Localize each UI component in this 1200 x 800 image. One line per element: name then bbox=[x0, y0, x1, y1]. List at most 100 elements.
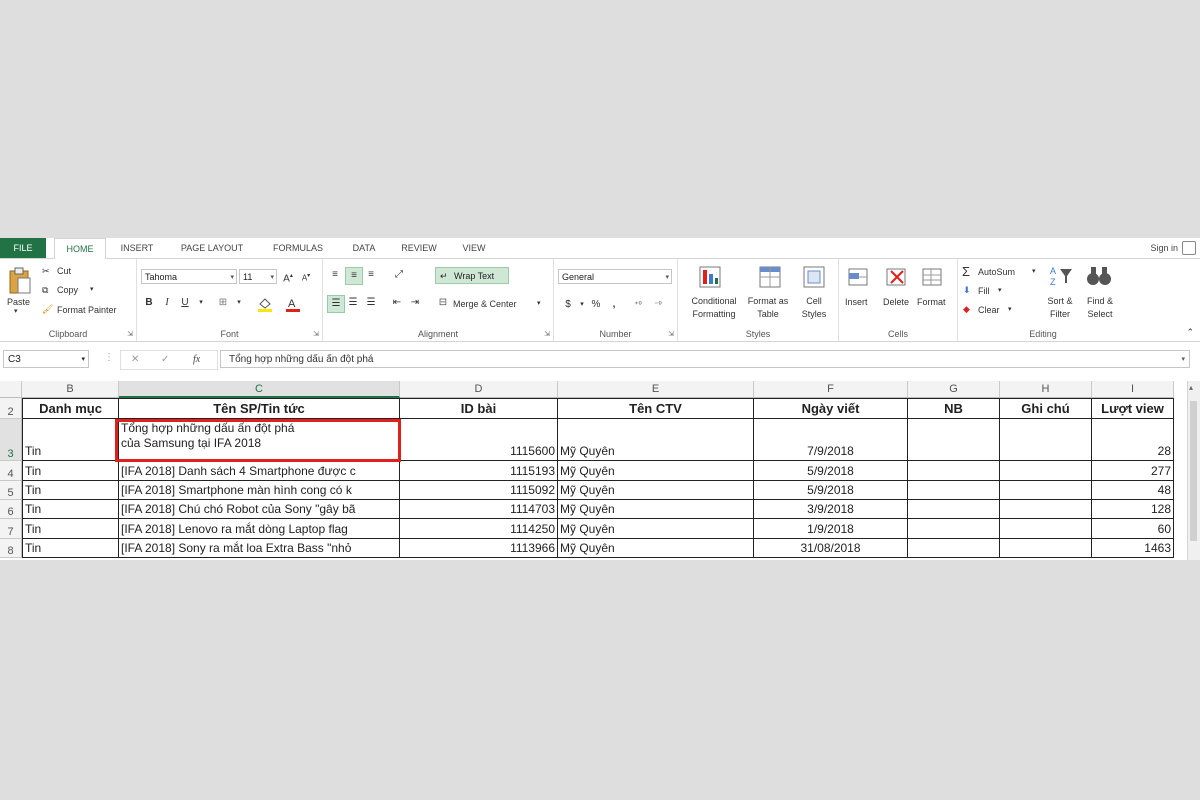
cell-ngay-viet[interactable]: 7/9/2018 bbox=[754, 419, 908, 461]
paste-icon[interactable] bbox=[8, 267, 32, 295]
cell-nb[interactable] bbox=[908, 419, 1000, 461]
cell-danh-muc[interactable]: Tin bbox=[22, 500, 119, 519]
cell-luot-view[interactable]: 1463 bbox=[1092, 539, 1174, 558]
format-painter-button[interactable]: Format Painter bbox=[57, 305, 117, 315]
name-box[interactable]: C3 ▾ bbox=[3, 350, 89, 368]
account-icon[interactable] bbox=[1182, 241, 1196, 255]
cell-ghi-chu[interactable] bbox=[1000, 419, 1092, 461]
fill-color-icon[interactable] bbox=[257, 296, 273, 312]
tab-home[interactable]: HOME bbox=[54, 238, 106, 260]
cell-danh-muc[interactable]: Tin bbox=[22, 519, 119, 539]
align-middle-icon[interactable]: ≡ bbox=[345, 267, 363, 285]
cell-ghi-chu[interactable] bbox=[1000, 519, 1092, 539]
cell-ten-sp[interactable]: [IFA 2018] Chú chó Robot của Sony "gây b… bbox=[119, 500, 400, 519]
alignment-launcher-icon[interactable]: ⇲ bbox=[544, 330, 550, 338]
cell-luot-view[interactable]: 48 bbox=[1092, 481, 1174, 500]
cut-button[interactable]: Cut bbox=[57, 266, 71, 276]
align-top-icon[interactable]: ≡ bbox=[327, 267, 343, 283]
increase-decimal-icon[interactable]: ⁺⁰ bbox=[630, 297, 646, 313]
underline-dropdown-icon[interactable]: ▾ bbox=[193, 295, 209, 311]
merge-dropdown-icon[interactable]: ▾ bbox=[537, 299, 541, 307]
insert-cells-icon[interactable] bbox=[847, 265, 871, 289]
borders-icon[interactable]: ⊞ bbox=[215, 295, 231, 311]
column-header-e[interactable]: E bbox=[558, 381, 754, 398]
sort-filter-icon[interactable]: A Z bbox=[1048, 263, 1074, 289]
scissors-icon[interactable]: ✂ bbox=[42, 266, 50, 277]
cancel-icon[interactable]: ✕ bbox=[131, 351, 139, 369]
header-cell-ten-sp[interactable]: Tên SP/Tin tức bbox=[119, 398, 400, 419]
cell-ten-sp[interactable]: [IFA 2018] Smartphone màn hình cong có k bbox=[119, 481, 400, 500]
row-header-3[interactable]: 3 bbox=[0, 419, 22, 461]
number-format-select[interactable]: General ▾ bbox=[558, 269, 672, 284]
expand-formula-icon[interactable]: ▾ bbox=[1181, 351, 1185, 369]
tab-formulas[interactable]: FORMULAS bbox=[262, 238, 334, 258]
header-cell-id-bai[interactable]: ID bài bbox=[400, 398, 558, 419]
tab-insert[interactable]: INSERT bbox=[112, 238, 162, 258]
header-cell-ten-ctv[interactable]: Tên CTV bbox=[558, 398, 754, 419]
decrease-indent-icon[interactable]: ⇤ bbox=[389, 295, 405, 311]
cell-ghi-chu[interactable] bbox=[1000, 539, 1092, 558]
clipboard-launcher-icon[interactable]: ⇲ bbox=[127, 330, 133, 338]
eraser-icon[interactable]: ◆ bbox=[963, 304, 970, 315]
header-cell-ghi-chu[interactable]: Ghi chú bbox=[1000, 398, 1092, 419]
cell-nb[interactable] bbox=[908, 461, 1000, 481]
column-header-g[interactable]: G bbox=[908, 381, 1000, 398]
sign-in-link[interactable]: Sign in bbox=[1150, 238, 1178, 258]
merge-icon[interactable]: ⊟ bbox=[435, 295, 451, 311]
binoculars-icon[interactable] bbox=[1086, 263, 1112, 289]
font-color-icon[interactable]: A bbox=[285, 296, 301, 312]
number-launcher-icon[interactable]: ⇲ bbox=[668, 330, 674, 338]
underline-button[interactable]: U bbox=[177, 295, 193, 311]
column-header-c[interactable]: C bbox=[119, 381, 400, 398]
cell-ten-ctv[interactable]: Mỹ Quyên bbox=[558, 419, 754, 461]
fill-button[interactable]: Fill bbox=[978, 286, 990, 296]
cell-id-bai[interactable]: 1114250 bbox=[400, 519, 558, 539]
scrollbar-thumb[interactable] bbox=[1190, 401, 1197, 541]
font-launcher-icon[interactable]: ⇲ bbox=[313, 330, 319, 338]
header-cell-nb[interactable]: NB bbox=[908, 398, 1000, 419]
row-header-7[interactable]: 7 bbox=[0, 519, 22, 539]
copy-icon[interactable]: ⧉ bbox=[42, 285, 48, 296]
cell-ngay-viet[interactable]: 5/9/2018 bbox=[754, 461, 908, 481]
fill-dropdown-icon[interactable]: ▾ bbox=[998, 286, 1002, 294]
cell-ten-sp[interactable]: [IFA 2018] Lenovo ra mắt dòng Laptop fla… bbox=[119, 519, 400, 539]
paste-dropdown-icon[interactable]: ▾ bbox=[14, 307, 18, 315]
insert-function-button[interactable]: fx bbox=[193, 351, 200, 369]
insert-button[interactable]: Insert bbox=[845, 297, 868, 307]
row-header-8[interactable]: 8 bbox=[0, 539, 22, 558]
cell-ten-ctv[interactable]: Mỹ Quyên bbox=[558, 539, 754, 558]
cell-id-bai[interactable]: 1115193 bbox=[400, 461, 558, 481]
cell-ngay-viet[interactable]: 31/08/2018 bbox=[754, 539, 908, 558]
format-cells-icon[interactable] bbox=[921, 265, 945, 289]
row-header-4[interactable]: 4 bbox=[0, 461, 22, 481]
format-as-table-button[interactable]: Format as Table bbox=[742, 295, 794, 321]
align-right-icon[interactable]: ☰ bbox=[363, 295, 379, 311]
cell-ten-ctv[interactable]: Mỹ Quyên bbox=[558, 519, 754, 539]
enter-icon[interactable]: ✓ bbox=[161, 351, 169, 369]
italic-button[interactable]: I bbox=[159, 295, 175, 311]
cell-ten-sp[interactable]: [IFA 2018] Danh sách 4 Smartphone được c bbox=[119, 461, 400, 481]
cell-ten-sp[interactable]: [IFA 2018] Sony ra mắt loa Extra Bass "n… bbox=[119, 539, 400, 558]
splitter-icon[interactable]: ⋮ bbox=[104, 352, 114, 363]
borders-dropdown-icon[interactable]: ▾ bbox=[231, 295, 247, 311]
cell-id-bai[interactable]: 1113966 bbox=[400, 539, 558, 558]
cell-nb[interactable] bbox=[908, 519, 1000, 539]
cell-ten-ctv[interactable]: Mỹ Quyên bbox=[558, 461, 754, 481]
row-header-5[interactable]: 5 bbox=[0, 481, 22, 500]
format-table-icon[interactable] bbox=[758, 265, 784, 289]
conditional-formatting-icon[interactable] bbox=[698, 265, 724, 289]
tab-view[interactable]: VIEW bbox=[452, 238, 496, 258]
find-select-button[interactable]: Find & Select bbox=[1080, 295, 1120, 321]
cell-luot-view[interactable]: 28 bbox=[1092, 419, 1174, 461]
column-header-b[interactable]: B bbox=[22, 381, 119, 398]
cell-ghi-chu[interactable] bbox=[1000, 461, 1092, 481]
collapse-ribbon-icon[interactable]: ⌃ bbox=[1186, 327, 1194, 338]
formula-input[interactable]: Tổng hợp những dấu ấn đột phá ▾ bbox=[220, 350, 1190, 368]
cell-id-bai[interactable]: 1114703 bbox=[400, 500, 558, 519]
cell-ngay-viet[interactable]: 3/9/2018 bbox=[754, 500, 908, 519]
vertical-scrollbar[interactable]: ▴ bbox=[1187, 381, 1200, 560]
cell-id-bai[interactable]: 1115092 bbox=[400, 481, 558, 500]
tab-page-layout[interactable]: PAGE LAYOUT bbox=[170, 238, 254, 258]
cell-luot-view[interactable]: 60 bbox=[1092, 519, 1174, 539]
row-header-2[interactable]: 2 bbox=[0, 398, 22, 419]
